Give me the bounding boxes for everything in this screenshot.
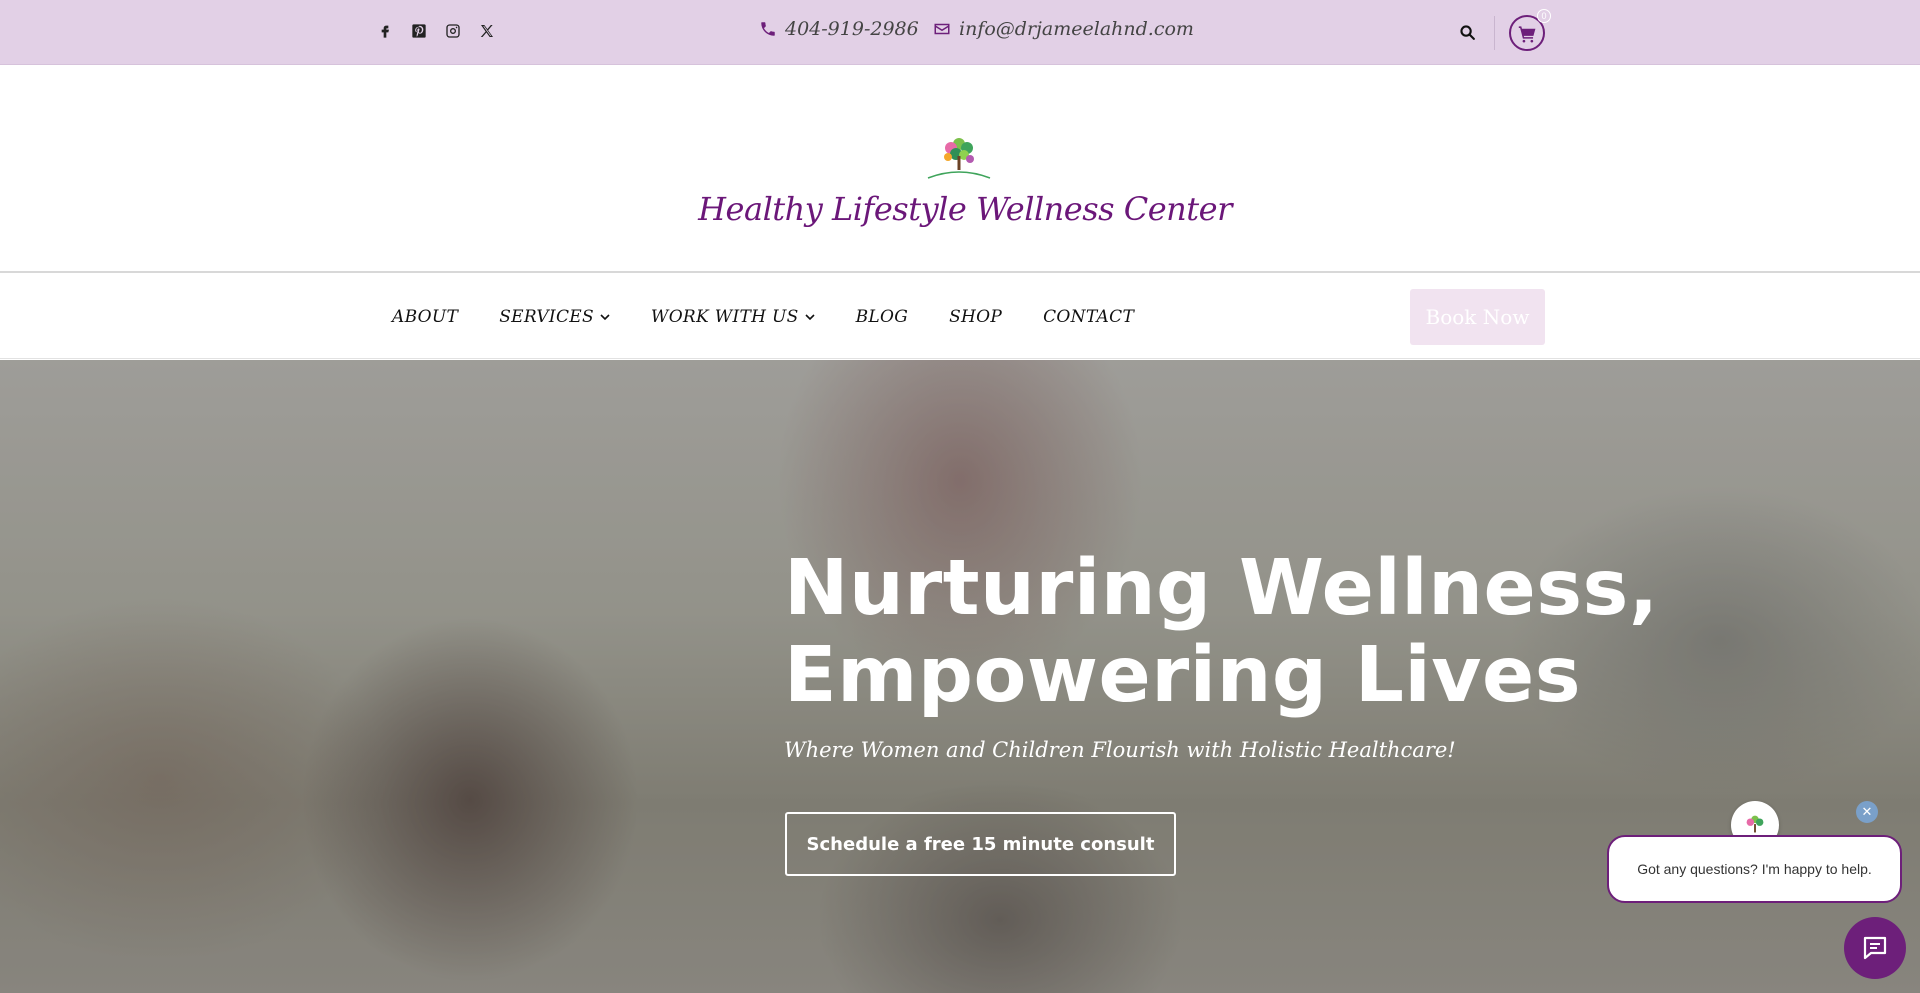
chat-icon [1863,936,1887,960]
phone-link[interactable]: 404-919-2986 [759,18,919,40]
instagram-icon[interactable] [444,22,462,40]
nav-label: CONTACT [1043,307,1135,327]
chat-launcher-button[interactable] [1844,917,1906,979]
chevron-down-icon [805,314,815,321]
site-header: Healthy Lifestyle Wellness Center [0,66,1920,273]
site-title[interactable]: Healthy Lifestyle Wellness Center [0,190,1920,228]
nav-item-contact[interactable]: CONTACT [1043,307,1134,327]
email-address: info@drjameelahnd.com [959,18,1194,40]
nav-label: SERVICES [499,307,594,327]
divider [1494,16,1495,50]
nav-item-shop[interactable]: SHOP [949,307,1002,327]
cart-button[interactable]: 0 [1509,9,1551,51]
x-icon[interactable] [478,22,496,40]
hero-title-line-1: Nurturing Wellness, [784,544,1659,633]
nav-item-work-with-us[interactable]: WORK WITH US [651,307,815,327]
pinterest-icon[interactable] [410,22,428,40]
top-bar: 404-919-2986 info@drjameelahnd.com 0 [0,0,1920,65]
social-links [376,22,496,40]
phone-number: 404-919-2986 [785,18,919,40]
site-logo[interactable] [918,130,1000,192]
nav-label: ABOUT [392,307,459,327]
nav-label: WORK WITH US [650,307,799,327]
nav-item-blog[interactable]: BLOG [856,307,909,327]
chevron-down-icon [600,314,610,321]
facebook-icon[interactable] [376,22,394,40]
chat-message-bubble[interactable]: Got any questions? I'm happy to help. [1607,835,1902,903]
search-icon[interactable] [1459,24,1477,42]
hero-subtitle: Where Women and Children Flourish with H… [784,738,1456,762]
hero-title: Nurturing Wellness, Empowering Lives [784,545,1684,719]
schedule-consult-button[interactable]: Schedule a free 15 minute consult [785,812,1176,876]
hero-title-line-2: Empowering Lives [784,631,1582,720]
close-icon[interactable]: ✕ [1856,801,1878,823]
cart-icon [1518,25,1535,43]
main-nav: ABOUT SERVICES WORK WITH US BLOG SHOP CO… [0,275,1920,359]
nav-label: SHOP [949,307,1003,327]
book-now-button[interactable]: Book Now [1410,289,1545,345]
nav-label: BLOG [855,307,909,327]
phone-icon [761,22,775,36]
email-link[interactable]: info@drjameelahnd.com [933,18,1194,40]
cart-count-badge: 0 [1537,9,1551,23]
nav-item-services[interactable]: SERVICES [499,307,610,327]
envelope-icon [934,23,950,35]
nav-item-about[interactable]: ABOUT [392,307,458,327]
